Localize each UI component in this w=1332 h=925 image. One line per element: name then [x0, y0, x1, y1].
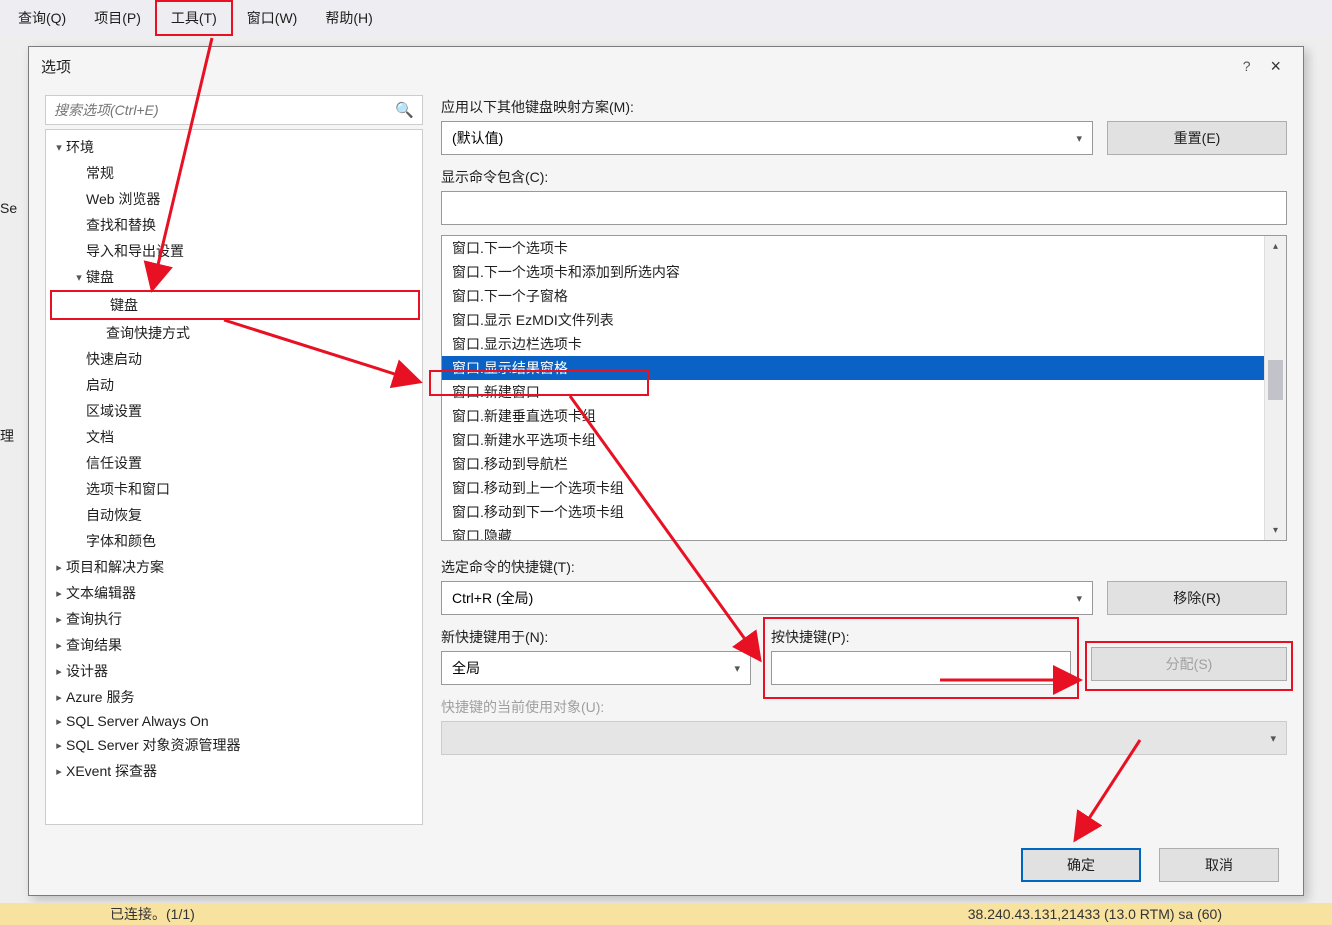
- tree-designer[interactable]: ▸设计器: [48, 658, 420, 684]
- command-list[interactable]: 窗口.下一个选项卡窗口.下一个选项卡和添加到所选内容窗口.下一个子窗格窗口.显示…: [442, 236, 1264, 540]
- label-mapping: 应用以下其他键盘映射方案(M):: [441, 97, 1287, 117]
- remove-button[interactable]: 移除(R): [1107, 581, 1287, 615]
- label-contains: 显示命令包含(C):: [441, 167, 1287, 187]
- tree-auto[interactable]: 自动恢复: [48, 502, 420, 528]
- tree-azure[interactable]: ▸Azure 服务: [48, 684, 420, 710]
- menu-project[interactable]: 项目(P): [80, 2, 155, 34]
- command-list-wrap: 窗口.下一个选项卡窗口.下一个选项卡和添加到所选内容窗口.下一个子窗格窗口.显示…: [441, 235, 1287, 541]
- press-shortcut-input[interactable]: [771, 651, 1071, 685]
- search-icon[interactable]: 🔍: [395, 101, 414, 119]
- current-shortcut-combo[interactable]: Ctrl+R (全局) ▾: [441, 581, 1093, 615]
- mapping-combo[interactable]: (默认值) ▾: [441, 121, 1093, 155]
- contains-input[interactable]: [441, 191, 1287, 225]
- cancel-button[interactable]: 取消: [1159, 848, 1279, 882]
- command-item[interactable]: 窗口.移动到导航栏: [442, 452, 1264, 476]
- scope-value: 全局: [452, 658, 480, 678]
- options-dialog: 选项 ? × 🔍 ▾环境 常规 Web 浏览器 查找和替换 导入和导出设置 ▾键…: [28, 46, 1304, 896]
- command-item[interactable]: 窗口.显示边栏选项卡: [442, 332, 1264, 356]
- current-use-combo: ▾: [441, 721, 1287, 755]
- chevron-down-icon: ▾: [1076, 592, 1082, 605]
- tree-qshort[interactable]: 查询快捷方式: [48, 320, 420, 346]
- tree-env[interactable]: ▾环境: [48, 134, 420, 160]
- command-item[interactable]: 窗口.下一个选项卡: [442, 236, 1264, 260]
- tree-kb-parent[interactable]: ▾键盘: [48, 264, 420, 290]
- menu-bar: 查询(Q) 项目(P) 工具(T) 窗口(W) 帮助(H): [0, 0, 1332, 36]
- command-item[interactable]: 窗口.新建窗口: [442, 380, 1264, 404]
- menu-query[interactable]: 查询(Q): [4, 2, 80, 34]
- tree-quick[interactable]: 快速启动: [48, 346, 420, 372]
- status-left: 已连接。(1/1): [110, 904, 195, 924]
- ok-button[interactable]: 确定: [1021, 848, 1141, 882]
- search-input[interactable]: [54, 102, 395, 118]
- tree-import[interactable]: 导入和导出设置: [48, 238, 420, 264]
- menu-help[interactable]: 帮助(H): [311, 2, 386, 34]
- tree-always[interactable]: ▸SQL Server Always On: [48, 710, 420, 732]
- tree-startup[interactable]: 启动: [48, 372, 420, 398]
- tree-objmgr[interactable]: ▸SQL Server 对象资源管理器: [48, 732, 420, 758]
- tree-keyboard[interactable]: 键盘: [52, 292, 418, 318]
- scroll-up-icon[interactable]: ▴: [1265, 236, 1286, 256]
- chevron-down-icon: ▾: [1270, 732, 1276, 745]
- left-strip-b: 理: [0, 426, 24, 446]
- chevron-down-icon: ▾: [1076, 132, 1082, 145]
- status-right: 38.240.43.131,21433 (13.0 RTM) sa (60): [968, 906, 1222, 922]
- left-strip: Se 理: [0, 200, 24, 656]
- dialog-titlebar: 选项 ? ×: [29, 47, 1303, 85]
- left-panel: 🔍 ▾环境 常规 Web 浏览器 查找和替换 导入和导出设置 ▾键盘 键盘 查询…: [45, 95, 423, 825]
- label-current-use: 快捷键的当前使用对象(U):: [441, 697, 1287, 717]
- label-scope: 新快捷键用于(N):: [441, 627, 751, 647]
- tree-tabs[interactable]: 选项卡和窗口: [48, 476, 420, 502]
- scroll-track[interactable]: [1265, 256, 1286, 520]
- command-item[interactable]: 窗口.新建垂直选项卡组: [442, 404, 1264, 428]
- tree-doc[interactable]: 文档: [48, 424, 420, 450]
- command-item[interactable]: 窗口.移动到下一个选项卡组: [442, 500, 1264, 524]
- tree-font[interactable]: 字体和颜色: [48, 528, 420, 554]
- command-item[interactable]: 窗口.隐藏: [442, 524, 1264, 540]
- label-press: 按快捷键(P):: [771, 627, 1071, 647]
- command-item[interactable]: 窗口.下一个子窗格: [442, 284, 1264, 308]
- status-bar: 已连接。(1/1) 38.240.43.131,21433 (13.0 RTM)…: [0, 903, 1332, 925]
- left-strip-a: Se: [0, 200, 24, 216]
- search-box[interactable]: 🔍: [45, 95, 423, 125]
- command-item[interactable]: 窗口.移动到上一个选项卡组: [442, 476, 1264, 500]
- current-shortcut-value: Ctrl+R (全局): [452, 588, 533, 608]
- close-button[interactable]: ×: [1260, 52, 1291, 81]
- right-panel: 应用以下其他键盘映射方案(M): (默认值) ▾ 重置(E) 显示命令包含(C)…: [441, 95, 1287, 825]
- tree-web[interactable]: Web 浏览器: [48, 186, 420, 212]
- tree-general[interactable]: 常规: [48, 160, 420, 186]
- command-item[interactable]: 窗口.下一个选项卡和添加到所选内容: [442, 260, 1264, 284]
- command-item[interactable]: 窗口.新建水平选项卡组: [442, 428, 1264, 452]
- scroll-down-icon[interactable]: ▾: [1265, 520, 1286, 540]
- command-item[interactable]: 窗口.显示结果窗格: [442, 356, 1264, 380]
- scroll-thumb[interactable]: [1268, 360, 1283, 400]
- label-current-shortcut: 选定命令的快捷键(T):: [441, 557, 1287, 577]
- tree-find[interactable]: 查找和替换: [48, 212, 420, 238]
- tree-qexec[interactable]: ▸查询执行: [48, 606, 420, 632]
- mapping-value: (默认值): [452, 128, 503, 148]
- tree-xevent[interactable]: ▸XEvent 探查器: [48, 758, 420, 784]
- command-item[interactable]: 窗口.显示 EzMDI文件列表: [442, 308, 1264, 332]
- menu-tools[interactable]: 工具(T): [155, 0, 233, 36]
- options-tree[interactable]: ▾环境 常规 Web 浏览器 查找和替换 导入和导出设置 ▾键盘 键盘 查询快捷…: [45, 129, 423, 825]
- help-button[interactable]: ?: [1233, 54, 1261, 78]
- scope-combo[interactable]: 全局 ▾: [441, 651, 751, 685]
- dialog-title: 选项: [41, 56, 1233, 77]
- chevron-down-icon: ▾: [734, 662, 740, 675]
- reset-button[interactable]: 重置(E): [1107, 121, 1287, 155]
- tree-trust[interactable]: 信任设置: [48, 450, 420, 476]
- tree-region[interactable]: 区域设置: [48, 398, 420, 424]
- tree-proj[interactable]: ▸项目和解决方案: [48, 554, 420, 580]
- menu-window[interactable]: 窗口(W): [233, 2, 312, 34]
- tree-editor[interactable]: ▸文本编辑器: [48, 580, 420, 606]
- dialog-footer: 确定 取消: [29, 835, 1303, 895]
- tree-qres[interactable]: ▸查询结果: [48, 632, 420, 658]
- scrollbar[interactable]: ▴ ▾: [1264, 236, 1286, 540]
- assign-button[interactable]: 分配(S): [1091, 647, 1287, 681]
